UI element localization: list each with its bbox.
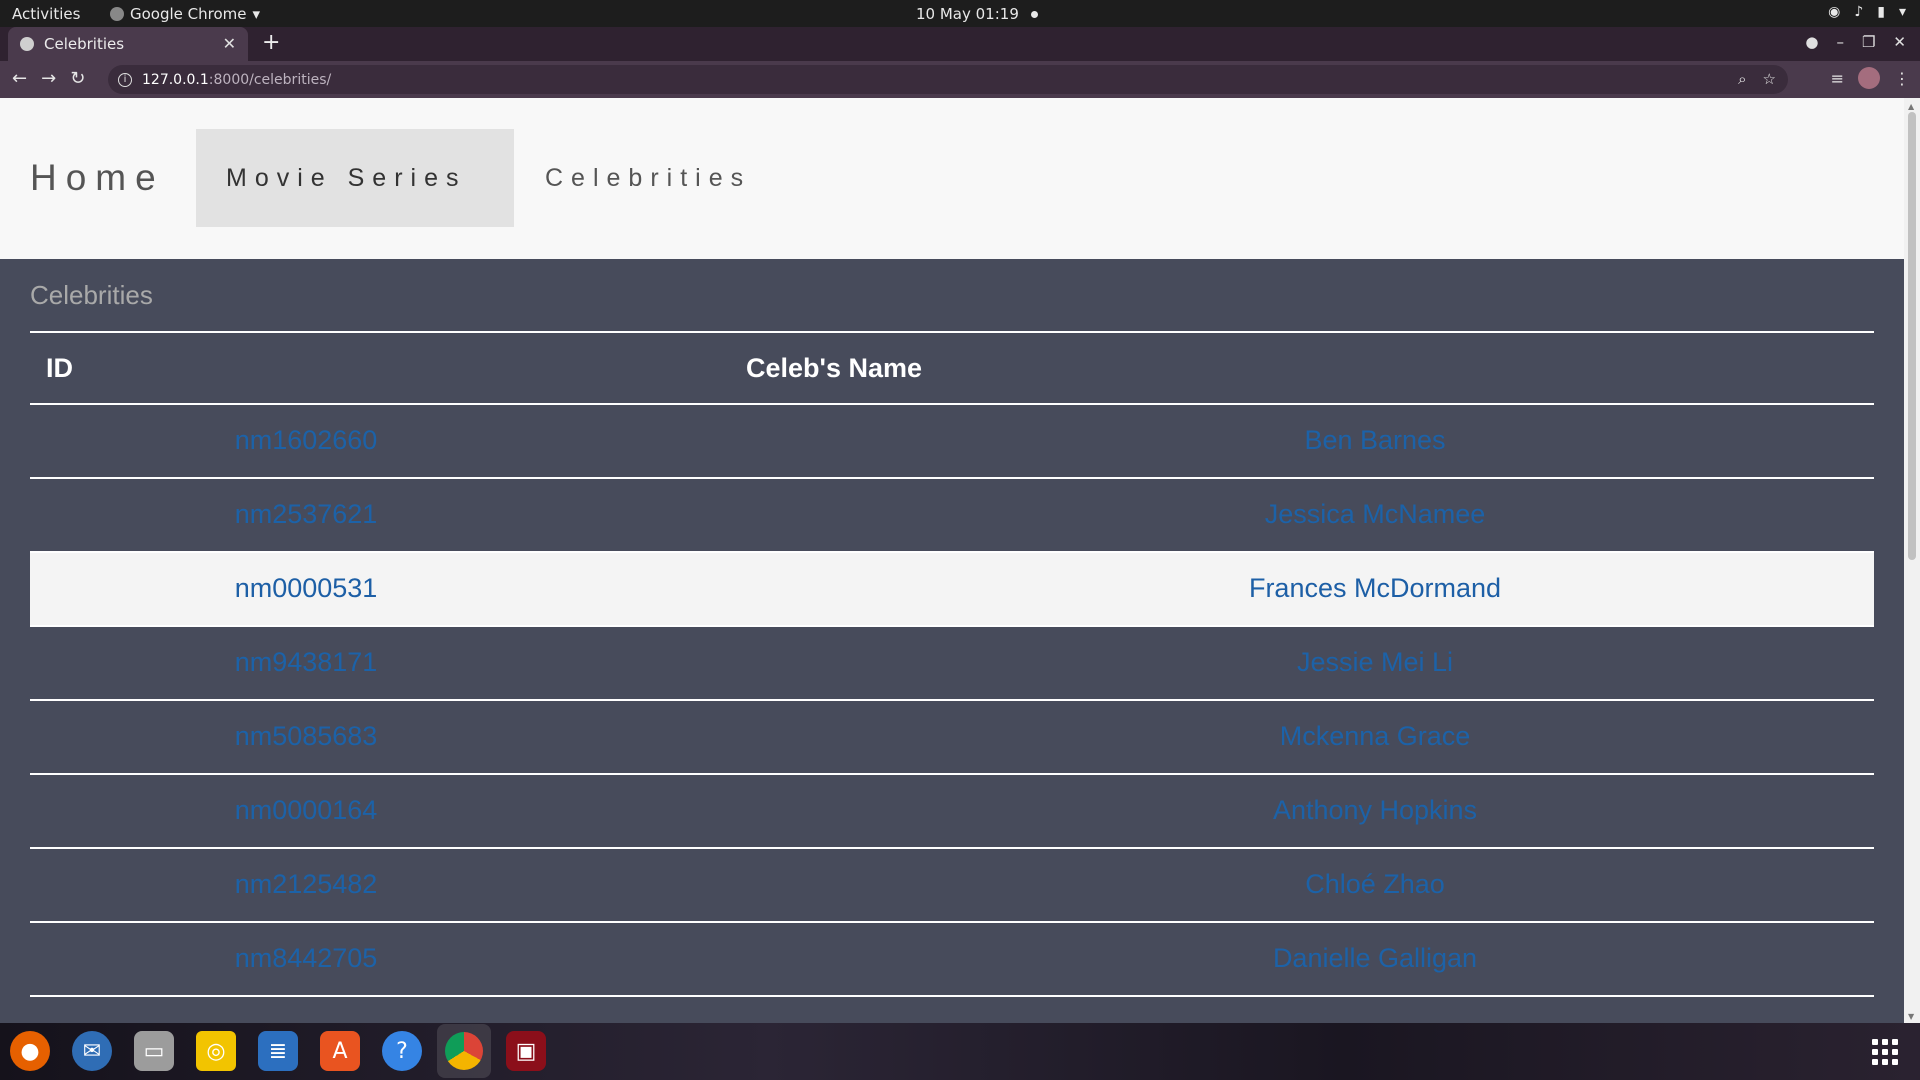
celeb-name-link[interactable]: Chloé Zhao [875, 869, 1875, 900]
table-row: nm5085683 Mckenna Grace [30, 701, 1874, 775]
maximize-icon[interactable]: ❐ [1862, 33, 1875, 51]
celeb-id-link[interactable]: nm8442705 [30, 943, 582, 974]
scrollbar-thumb[interactable] [1908, 112, 1916, 560]
toolbar-extras: ≡ ⋮ [1831, 67, 1910, 89]
chevron-down-icon: ▾ [1898, 4, 1906, 20]
profile-menu-icon[interactable]: ● [1805, 33, 1818, 51]
show-applications-icon[interactable] [1872, 1039, 1898, 1065]
software-icon[interactable]: A [320, 1031, 360, 1071]
page-scrollbar[interactable]: ▲ ▼ [1904, 98, 1920, 1023]
celeb-id-link[interactable]: nm0000531 [30, 573, 582, 604]
nav-buttons: ← → ↻ [12, 68, 85, 89]
scroll-up-icon[interactable]: ▲ [1908, 102, 1914, 111]
celeb-name-link[interactable]: Jessie Mei Li [875, 647, 1875, 678]
chrome-small-icon [110, 7, 124, 21]
scroll-down-icon[interactable]: ▼ [1908, 1012, 1914, 1021]
address-bar[interactable]: i 127.0.0.1:8000/celebrities/ ⌕ ☆ [108, 65, 1788, 94]
celeb-id-link[interactable]: nm1602660 [30, 425, 582, 456]
nav-home-link[interactable]: Home [30, 129, 165, 227]
nav-movie-series-link[interactable]: Movie Series [196, 129, 514, 227]
firefox-icon[interactable]: ● [10, 1031, 50, 1071]
table-row: nm2125482 Chloé Zhao [30, 849, 1874, 923]
tab-title: Celebrities [44, 35, 125, 53]
celebrities-table: ID Celeb's Name nm1602660 Ben Barnes nm2… [30, 331, 1874, 997]
table-row: nm0000164 Anthony Hopkins [30, 775, 1874, 849]
celeb-id-link[interactable]: nm0000164 [30, 795, 582, 826]
notification-dot-icon [1030, 11, 1038, 18]
column-header-name: Celeb's Name [746, 353, 923, 383]
terminal-icon[interactable]: ▣ [506, 1031, 546, 1071]
window-controls: ● – ❐ ✕ [1805, 33, 1906, 51]
celeb-id-link[interactable]: nm2125482 [30, 869, 582, 900]
omnibox-actions: ⌕ ☆ [1738, 70, 1776, 88]
url-host: 127.0.0.1 [142, 71, 209, 88]
celeb-name-link[interactable]: Jessica McNamee [875, 499, 1875, 530]
table-row: nm1602660 Ben Barnes [30, 405, 1874, 479]
chrome-icon[interactable] [437, 1024, 491, 1078]
celeb-id-link[interactable]: nm5085683 [30, 721, 582, 752]
celeb-name-link[interactable]: Danielle Galligan [875, 943, 1875, 974]
celeb-id-link[interactable]: nm9438171 [30, 647, 582, 678]
table-row: nm8442705 Danielle Galligan [30, 923, 1874, 997]
forward-icon[interactable]: → [41, 68, 56, 89]
chevron-down-icon: ▾ [252, 5, 261, 23]
tab-celebrities[interactable]: Celebrities ✕ [8, 27, 248, 61]
page-title: Celebrities [30, 280, 153, 310]
writer-icon[interactable]: ≣ [258, 1031, 298, 1071]
url-path: :8000/celebrities/ [208, 71, 332, 88]
volume-icon: ♪ [1854, 4, 1864, 20]
celeb-name-link[interactable]: Mckenna Grace [875, 721, 1875, 752]
bookmark-star-icon[interactable]: ☆ [1763, 70, 1776, 88]
wifi-icon: ◉ [1828, 4, 1841, 20]
close-window-icon[interactable]: ✕ [1893, 33, 1906, 51]
reload-icon[interactable]: ↻ [70, 68, 85, 89]
table-row-hovered: nm0000531 Frances McDormand [30, 553, 1874, 627]
favicon-icon [20, 37, 34, 51]
battery-icon: ▮ [1877, 4, 1885, 20]
minimize-icon[interactable]: – [1836, 33, 1844, 51]
help-icon[interactable]: ? [382, 1031, 422, 1071]
celeb-name-link[interactable]: Ben Barnes [875, 425, 1875, 456]
thunderbird-icon[interactable]: ✉ [72, 1031, 112, 1071]
system-top-bar: Activities Google Chrome ▾ 10 May 01:19 … [0, 0, 1920, 27]
back-icon[interactable]: ← [12, 68, 27, 89]
clock[interactable]: 10 May 01:19 [916, 5, 1038, 23]
table-header: ID Celeb's Name [30, 331, 1874, 405]
avatar[interactable] [1858, 67, 1880, 89]
new-tab-icon[interactable]: + [262, 30, 280, 55]
tab-strip: Celebrities ✕ + ● – ❐ ✕ [0, 27, 1920, 61]
celeb-id-link[interactable]: nm2537621 [30, 499, 582, 530]
celeb-name-link[interactable]: Anthony Hopkins [875, 795, 1875, 826]
column-header-id: ID [46, 353, 73, 383]
app-menu-label: Google Chrome [130, 5, 247, 23]
app-menu[interactable]: Google Chrome ▾ [110, 5, 260, 23]
table-row: nm2537621 Jessica McNamee [30, 479, 1874, 553]
taskbar-dock: ● ✉ ▭ ◎ ≣ A ? ▣ [0, 1023, 1920, 1080]
celeb-name-link[interactable]: Frances McDormand [875, 573, 1875, 604]
close-tab-icon[interactable]: ✕ [223, 34, 236, 53]
system-tray[interactable]: ◉ ♪ ▮ ▾ [1828, 4, 1906, 20]
table-row: nm9438171 Jessie Mei Li [30, 627, 1874, 701]
browser-toolbar: ← → ↻ i 127.0.0.1:8000/celebrities/ ⌕ ☆ … [0, 61, 1920, 98]
clock-label: 10 May 01:19 [916, 5, 1019, 23]
page-viewport: Home Movie Series Celebrities Celebritie… [0, 98, 1920, 1023]
site-navbar: Home Movie Series Celebrities [0, 98, 1904, 259]
site-info-icon[interactable]: i [118, 72, 132, 87]
rhythmbox-icon[interactable]: ◎ [196, 1031, 236, 1071]
more-menu-icon[interactable]: ⋮ [1894, 69, 1910, 88]
zoom-icon[interactable]: ⌕ [1738, 70, 1746, 88]
files-icon[interactable]: ▭ [134, 1031, 174, 1071]
nav-celebrities-link[interactable]: Celebrities [545, 129, 751, 227]
activities-button[interactable]: Activities [12, 5, 80, 23]
media-control-icon[interactable]: ≡ [1831, 69, 1844, 88]
